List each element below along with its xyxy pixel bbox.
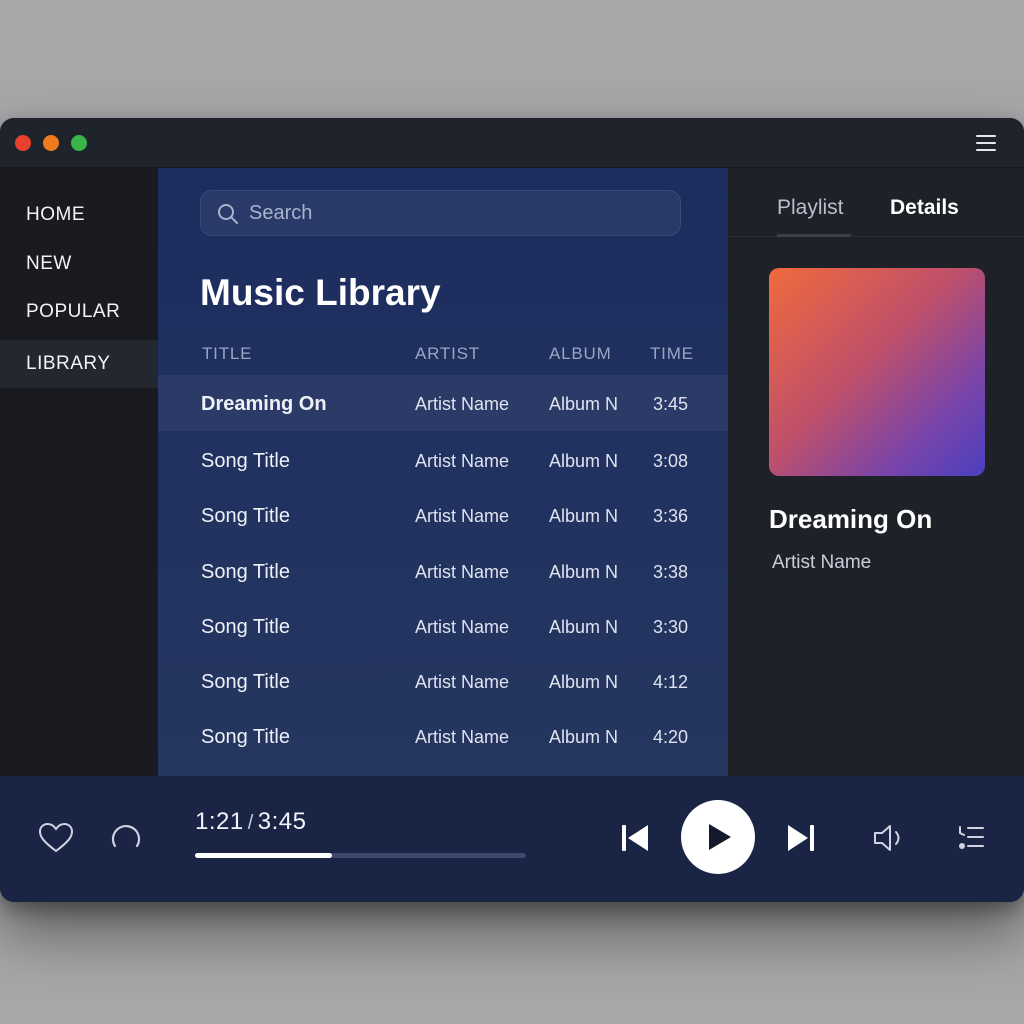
now-playing-title: Dreaming On [769,504,933,534]
song-time: 3:08 [653,451,689,471]
hamburger-menu-icon[interactable] [976,134,996,152]
song-album: Album N [549,506,619,526]
song-artist: Artist Name [415,562,510,582]
song-title: Dreaming On [201,393,327,415]
minimize-window-button[interactable] [43,135,59,151]
library-panel: Music Library TITLE ARTIST ALBUM TIME Dr… [158,168,728,776]
song-album: Album N [549,394,619,414]
close-window-button[interactable] [15,135,31,151]
song-artist: Artist Name [415,672,510,692]
search-input[interactable] [249,191,669,235]
queue-icon[interactable] [956,823,986,853]
progress-bar[interactable] [195,853,526,858]
app-window: HOME NEW POPULAR LIBRARY Music Library T… [0,118,1024,902]
song-title: Song Title [201,671,290,693]
song-artist: Artist Name [415,451,510,471]
song-time: 3:45 [653,394,689,414]
repeat-icon[interactable] [110,822,142,854]
column-header-artist[interactable]: ARTIST [415,344,480,364]
song-album: Album N [549,562,619,582]
song-album: Album N [549,617,619,637]
sidebar-item-library[interactable]: LIBRARY [0,340,158,388]
song-time: 4:12 [653,672,689,692]
tab-details[interactable]: Details [890,196,959,220]
song-title: Song Title [201,450,290,472]
table-row[interactable]: Song Title Artist Name Album N 3:08 [158,432,728,488]
album-art [769,268,985,476]
table-row[interactable]: Song Title Artist Name Album N 4:12 [158,653,728,709]
sidebar-item-popular[interactable]: POPULAR [0,288,158,336]
now-playing-artist: Artist Name [772,552,872,573]
song-time: 3:38 [653,562,689,582]
tab-indicator [777,234,851,237]
song-title: Song Title [201,616,290,638]
play-icon [709,824,731,850]
sidebar-item-home[interactable]: HOME [0,191,158,239]
song-album: Album N [549,672,619,692]
table-row[interactable]: Dreaming On Artist Name Album N 3:45 [158,375,728,431]
song-time: 3:30 [653,617,689,637]
song-album: Album N [549,451,619,471]
heart-icon[interactable] [38,822,74,854]
skip-next-icon[interactable] [786,822,816,854]
song-album: Album N [549,727,619,747]
song-title: Song Title [201,726,290,748]
song-artist: Artist Name [415,394,510,414]
song-time: 4:20 [653,727,689,747]
panel-tabs: Playlist Details [728,168,1024,237]
song-time: 3:36 [653,506,689,526]
search-box [200,190,681,236]
song-artist: Artist Name [415,617,510,637]
details-panel: Playlist Details Dreaming On Artist Name [728,168,1024,776]
time-separator: / [247,812,254,834]
song-artist: Artist Name [415,727,510,747]
playback-time: 1:21/3:45 [195,808,307,836]
sidebar-item-new[interactable]: NEW [0,240,158,288]
search-icon [218,204,238,224]
progress-fill [195,853,333,858]
song-title: Song Title [201,561,290,583]
table-row[interactable]: Song Title Artist Name Album N 4:20 [158,708,728,764]
maximize-window-button[interactable] [71,135,87,151]
title-bar [0,118,1024,168]
column-header-title[interactable]: TITLE [202,344,252,364]
player-bar: 1:21/3:45 [0,776,1024,902]
song-artist: Artist Name [415,506,510,526]
current-time: 1:21 [195,808,244,835]
song-title: Song Title [201,505,290,527]
table-row[interactable]: Song Title Artist Name Album N 3:38 [158,543,728,599]
table-row[interactable]: Song Title Artist Name Album N 3:36 [158,487,728,543]
play-button[interactable] [681,800,755,874]
tab-playlist[interactable]: Playlist [777,196,844,220]
table-row[interactable]: Song Title Artist Name Album N 3:30 [158,598,728,654]
skip-previous-icon[interactable] [620,822,650,854]
column-header-album[interactable]: ALBUM [549,344,612,364]
page-title: Music Library [200,272,441,313]
volume-icon[interactable] [872,823,906,853]
sidebar: HOME NEW POPULAR LIBRARY [0,168,158,776]
total-time: 3:45 [257,808,307,835]
column-header-time[interactable]: TIME [650,344,694,364]
